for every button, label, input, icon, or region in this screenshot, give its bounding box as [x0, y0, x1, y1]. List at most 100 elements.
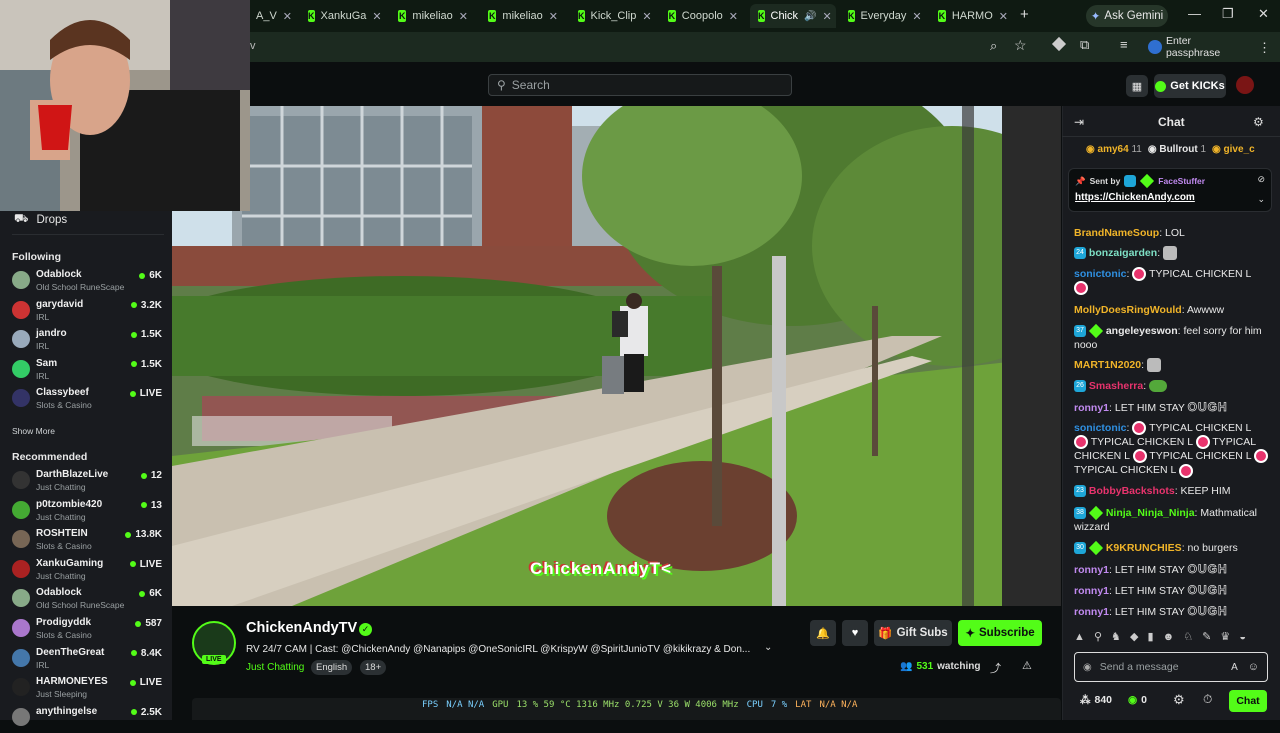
puzzle-icon[interactable]: ⧉: [1080, 37, 1089, 53]
sidebar-channel-roshtein[interactable]: ROSHTEIN Slots & Casino 13.8K: [12, 527, 162, 555]
send-chat-button[interactable]: Chat: [1229, 690, 1267, 712]
tag-english[interactable]: English: [311, 660, 353, 675]
chat-username[interactable]: ronny1: [1074, 402, 1109, 414]
user-avatar[interactable]: [1236, 76, 1254, 94]
gift-subs-button[interactable]: 🎁 Gift Subs: [874, 620, 952, 646]
close-window-icon[interactable]: ✕: [1258, 6, 1269, 22]
sidebar-channel-jandro[interactable]: jandro IRL 1.5K: [12, 327, 162, 355]
close-icon[interactable]: ✕: [729, 10, 738, 23]
sidebar-channel-harmoneyes[interactable]: HARMONEYES Just Sleeping LIVE: [12, 675, 162, 703]
browser-tab[interactable]: K mikeliao ✕: [480, 4, 566, 28]
layout-icon[interactable]: ▦: [1126, 75, 1148, 97]
chat-username[interactable]: ronny1: [1074, 585, 1109, 597]
browser-tab[interactable]: K Everyday ✕: [840, 4, 926, 28]
drops-link[interactable]: ⛟ Drops: [14, 212, 67, 227]
chat-username[interactable]: Ninja_Ninja_Ninja: [1106, 507, 1195, 519]
chevron-down-icon[interactable]: ⌄: [1257, 194, 1265, 205]
pinned-message[interactable]: 📌 Sent by FaceStuffer https://ChickenAnd…: [1068, 168, 1272, 212]
chat-message[interactable]: 26 Smasherra:: [1074, 379, 1270, 393]
zoom-icon[interactable]: ⌕: [990, 38, 997, 54]
sidebar-channel-deenthegreat[interactable]: DeenTheGreat IRL 8.4K: [12, 646, 162, 674]
timer-icon[interactable]: ⏱: [1203, 692, 1212, 707]
restore-icon[interactable]: ❐: [1222, 6, 1234, 22]
emoji-icon[interactable]: ☺: [1248, 661, 1259, 673]
new-tab-icon[interactable]: +: [1020, 6, 1029, 23]
chat-username[interactable]: MART1N2020: [1074, 359, 1141, 371]
browser-tab[interactable]: A_V ✕: [248, 4, 298, 28]
close-icon[interactable]: ✕: [549, 10, 558, 23]
chevron-down-icon[interactable]: ⌄: [764, 642, 772, 653]
pinned-link[interactable]: https://ChickenAndy.com: [1075, 192, 1195, 203]
chat-input[interactable]: ◉ Send a message A ☺: [1074, 652, 1268, 682]
chat-message[interactable]: sonictonic: TYPICAL CHICKEN L: [1074, 421, 1270, 436]
chat-message[interactable]: ronny1: LET HIM STAY OUGH: [1074, 400, 1270, 415]
show-more-link[interactable]: Show More: [12, 426, 55, 436]
collapse-chat-icon[interactable]: ⇥: [1074, 115, 1084, 129]
sidebar-channel-sam[interactable]: Sam IRL 1.5K: [12, 357, 162, 385]
chat-message[interactable]: ronny1: LET HIM STAY OUGH: [1074, 583, 1270, 598]
chat-username[interactable]: angeleyeswon: [1106, 325, 1178, 337]
chat-username[interactable]: MollyDoesRingWould: [1074, 304, 1182, 316]
chat-message[interactable]: ronny1: LET HIM STAY OUGH: [1074, 562, 1270, 577]
leaderboard-entry[interactable]: ◉ amy64 11: [1086, 144, 1142, 155]
subscribe-button[interactable]: ✦ Subscribe: [958, 620, 1042, 646]
sidebar-channel-xankugaming[interactable]: XankuGaming Just Chatting LIVE: [12, 557, 162, 585]
leaderboard-entry[interactable]: ◉ give_c: [1212, 144, 1255, 155]
chat-message[interactable]: 24 bonzaigarden:: [1074, 246, 1270, 261]
sidebar-channel-classybeef[interactable]: Classybeef Slots & Casino LIVE: [12, 386, 162, 414]
chat-username[interactable]: sonictonic: [1074, 422, 1127, 434]
chat-username[interactable]: ronny1: [1074, 564, 1109, 576]
leaderboard-entry[interactable]: ◉ Bullrout 1: [1148, 144, 1206, 155]
media-icon[interactable]: ≡: [1120, 37, 1128, 52]
sidebar-channel-darthblazelive[interactable]: DarthBlazeLive Just Chatting 12: [12, 468, 162, 496]
chat-username[interactable]: Smasherra: [1089, 380, 1143, 392]
chat-message[interactable]: TYPICAL CHICKEN L TYPICAL CHICKEN L TYPI…: [1074, 435, 1270, 478]
chat-username[interactable]: bonzaigarden: [1089, 247, 1157, 259]
passphrase-button[interactable]: Enter passphrase: [1148, 35, 1248, 59]
bell-icon[interactable]: 🔔: [810, 620, 836, 646]
browser-tab-active[interactable]: K Chick 🔊 ✕: [750, 4, 836, 28]
chat-username[interactable]: sonictonic: [1074, 268, 1127, 280]
minimize-icon[interactable]: —: [1188, 6, 1201, 21]
sidebar-channel-garydavid[interactable]: garydavid IRL 3.2K: [12, 298, 162, 326]
settings-gear-icon[interactable]: ⚙: [1173, 692, 1185, 708]
tag-18plus[interactable]: 18+: [360, 660, 387, 675]
close-icon[interactable]: ✕: [912, 10, 921, 23]
browser-tab[interactable]: K XankuGa ✕: [300, 4, 386, 28]
chat-username[interactable]: BrandNameSoup: [1074, 227, 1159, 239]
heart-icon[interactable]: ♥: [842, 620, 868, 646]
translate-icon[interactable]: A: [1231, 662, 1238, 673]
bookmark-star-icon[interactable]: ☆: [1014, 37, 1027, 54]
close-icon[interactable]: ✕: [999, 10, 1008, 23]
sidebar-channel-odablock[interactable]: Odablock Old School RuneScape 6K: [12, 268, 162, 296]
sidebar-channel-prodigyddk[interactable]: Prodigyddk Slots & Casino 587: [12, 616, 162, 644]
chat-message[interactable]: 23 BobbyBackshots: KEEP HIM: [1074, 484, 1270, 498]
browser-tab[interactable]: K HARMO ✕: [930, 4, 1016, 28]
chat-username[interactable]: BobbyBackshots: [1089, 485, 1175, 497]
chat-message[interactable]: MollyDoesRingWould: Awwww: [1074, 303, 1270, 317]
channel-points[interactable]: ⁂ 840: [1080, 694, 1112, 706]
browser-tab[interactable]: K Coopolo ✕: [660, 4, 746, 28]
sidebar-channel-odablock[interactable]: Odablock Old School RuneScape 6K: [12, 586, 162, 614]
chat-username[interactable]: K9KRUNCHIES: [1106, 542, 1182, 554]
chat-message[interactable]: ronny1: LET HIM STAY OUGH: [1074, 604, 1270, 619]
chat-message[interactable]: 38 Ninja_Ninja_Ninja: Mathmatical wizzar…: [1074, 506, 1270, 534]
search-input[interactable]: ⚲ Search: [488, 74, 792, 96]
chat-message[interactable]: sonictonic: TYPICAL CHICKEN L: [1074, 267, 1270, 296]
close-icon[interactable]: ✕: [459, 10, 468, 23]
sidebar-channel-p0tzombie420[interactable]: p0tzombie420 Just Chatting 13: [12, 498, 162, 526]
close-icon[interactable]: ✕: [822, 10, 831, 23]
extension-icon[interactable]: [1051, 36, 1067, 52]
unpin-icon[interactable]: ⊘: [1257, 174, 1265, 185]
report-icon[interactable]: ⚠: [1022, 659, 1032, 672]
menu-kebab-icon[interactable]: ⋮: [1258, 40, 1271, 56]
browser-tab[interactable]: K mikeliao ✕: [390, 4, 476, 28]
chat-message[interactable]: 30 K9KRUNCHIES: no burgers: [1074, 541, 1270, 556]
browser-tab[interactable]: K Kick_Clip ✕: [570, 4, 656, 28]
channel-name[interactable]: ChickenAndyTV: [246, 620, 357, 636]
url-text[interactable]: v: [250, 40, 256, 52]
video-player[interactable]: ChickenAndyT<: [172, 106, 1061, 606]
kicks-balance[interactable]: ◉ 0: [1128, 694, 1147, 706]
category-link[interactable]: Just Chatting: [246, 662, 304, 673]
emote-bar[interactable]: ▲ ⚲ ♞ ◆ ▮ ☻ ♘ ✎ ♛ ◒: [1074, 630, 1270, 644]
